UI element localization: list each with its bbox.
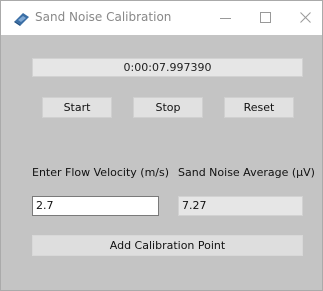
- minimize-button[interactable]: [212, 6, 240, 30]
- elapsed-time-display: 0:00:07.997390: [32, 58, 303, 77]
- calibration-window: Sand Noise Calibration 0:00:07.997390 St…: [0, 0, 323, 291]
- app-icon: [14, 11, 30, 26]
- flow-velocity-label: Enter Flow Velocity (m/s): [32, 166, 170, 179]
- window-title: Sand Noise Calibration: [35, 10, 172, 24]
- flow-velocity-input[interactable]: 2.7: [32, 196, 159, 216]
- stop-button[interactable]: Stop: [133, 97, 203, 118]
- reset-button[interactable]: Reset: [224, 97, 294, 118]
- close-button[interactable]: [292, 6, 320, 30]
- sand-noise-average-label: Sand Noise Average (μV): [178, 166, 315, 179]
- close-icon: [300, 12, 311, 23]
- maximize-button[interactable]: [252, 6, 280, 30]
- minimize-icon: [220, 18, 231, 19]
- client-area: 0:00:07.997390 Start Stop Reset Enter Fl…: [1, 35, 322, 290]
- add-calibration-point-button[interactable]: Add Calibration Point: [32, 235, 303, 256]
- maximize-icon: [260, 12, 271, 23]
- start-button[interactable]: Start: [42, 97, 112, 118]
- title-bar[interactable]: Sand Noise Calibration: [1, 1, 322, 35]
- sand-noise-average-field: 7.27: [178, 196, 303, 216]
